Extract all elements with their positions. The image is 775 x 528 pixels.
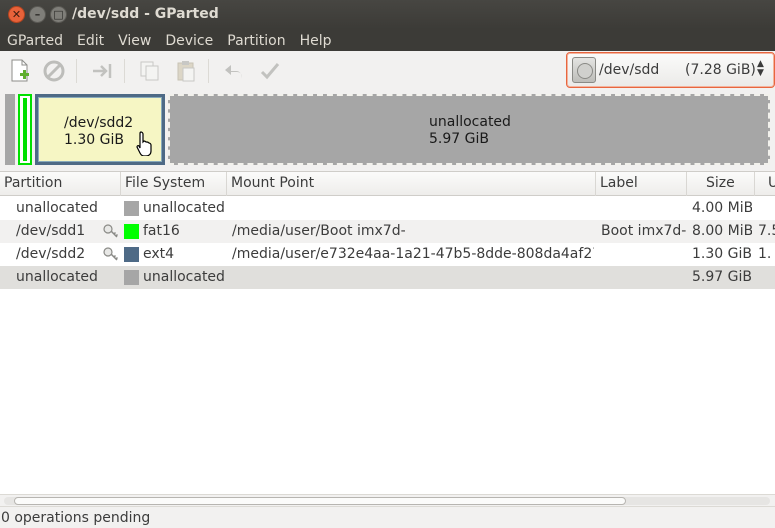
harddisk-icon [572, 57, 596, 83]
copy-icon [140, 61, 159, 81]
column-size[interactable]: Size [687, 172, 755, 196]
title-bar: ✕ – □ /dev/sdd - GParted [0, 0, 775, 29]
cell-mount-point [232, 197, 594, 220]
column-mount-point[interactable]: Mount Point [227, 172, 596, 196]
mounted-key-icon [103, 247, 119, 261]
apply-button[interactable] [257, 58, 283, 84]
maximize-window-button[interactable]: □ [50, 6, 67, 23]
menu-device[interactable]: Device [158, 29, 220, 51]
device-name: /dev/sdd [599, 62, 660, 78]
cell-size: 1.30 GiB [692, 246, 752, 262]
cell-size: 5.97 GiB [692, 269, 752, 285]
toolbar-separator [76, 59, 77, 83]
column-label[interactable]: Label [596, 172, 687, 196]
resize-move-icon [93, 64, 112, 78]
cell-size: 4.00 MiB [692, 200, 752, 216]
cell-used [758, 266, 775, 289]
menu-view[interactable]: View [111, 29, 158, 51]
cell-size: 8.00 MiB [692, 223, 752, 239]
cell-mount-point: /media/user/Boot imx7d- [232, 223, 406, 239]
graphic-unallocated-start[interactable] [5, 94, 15, 165]
partition-graphic: /dev/sdd2 1.30 GiB unallocated 5.97 GiB [0, 91, 775, 167]
toolbar-separator [208, 59, 209, 83]
spin-arrows-icon: ▲ ▼ [757, 59, 764, 78]
apply-icon [260, 63, 280, 80]
graphic-sdd2-name: /dev/sdd2 [64, 115, 134, 131]
undo-button[interactable] [221, 58, 247, 84]
device-selector[interactable]: /dev/sdd (7.28 GiB) ▲ ▼ [566, 52, 775, 88]
cell-used: 1. [758, 246, 772, 262]
new-icon [11, 59, 29, 82]
column-used[interactable]: U [755, 172, 775, 196]
mounted-key-icon [103, 224, 119, 238]
cell-mount-point [232, 266, 594, 289]
close-window-button[interactable]: ✕ [8, 6, 25, 23]
cell-label [601, 266, 686, 289]
cell-partition: /dev/sdd1 [16, 223, 86, 239]
fs-color-swatch [124, 224, 139, 239]
cell-file-system: unallocated [143, 200, 225, 216]
cell-label [601, 197, 686, 220]
undo-icon [225, 65, 242, 79]
paste-button[interactable] [173, 58, 199, 84]
fs-color-swatch [124, 247, 139, 262]
cell-partition: /dev/sdd2 [16, 246, 86, 262]
cell-label: Boot imx7d- [601, 223, 686, 239]
column-partition[interactable]: Partition [0, 172, 121, 196]
resize-move-button[interactable] [89, 58, 115, 84]
cell-used: 7.5 [758, 223, 775, 239]
cell-used [758, 197, 775, 220]
graphic-unallocated-end[interactable]: unallocated 5.97 GiB [168, 94, 770, 165]
device-size: (7.28 GiB) [685, 62, 756, 78]
menu-bar: GParted Edit View Device Partition Help [0, 29, 775, 51]
scrollbar-thumb[interactable] [14, 497, 626, 505]
partition-table: Partition File System Mount Point Label … [0, 171, 775, 494]
copy-button[interactable] [137, 58, 163, 84]
table-row[interactable]: /dev/sdd2 ext4 /media/user/e732e4aa-1a21… [0, 243, 775, 266]
horizontal-scrollbar[interactable] [0, 494, 775, 506]
fs-color-swatch [124, 201, 139, 216]
cell-partition: unallocated [16, 269, 98, 285]
delete-icon [43, 60, 65, 82]
cell-file-system: fat16 [143, 223, 180, 239]
new-partition-button[interactable] [7, 58, 33, 84]
menu-gparted[interactable]: GParted [0, 29, 70, 51]
hand-cursor-icon [136, 131, 152, 156]
menu-help[interactable]: Help [293, 29, 339, 51]
window-title: /dev/sdd - GParted [72, 6, 219, 22]
delete-partition-button[interactable] [41, 58, 67, 84]
table-header: Partition File System Mount Point Label … [0, 172, 775, 196]
cell-file-system: unallocated [143, 269, 225, 285]
cell-partition: unallocated [16, 200, 98, 216]
table-row[interactable]: unallocated unallocated 4.00 MiB [0, 197, 775, 220]
table-row-selected[interactable]: unallocated unallocated 5.97 GiB [0, 266, 775, 289]
column-file-system[interactable]: File System [121, 172, 227, 196]
status-bar: 0 operations pending [0, 506, 775, 528]
minimize-window-button[interactable]: – [29, 6, 46, 23]
operations-pending-text: 0 operations pending [1, 510, 151, 526]
graphic-unalloc-size: 5.97 GiB [429, 131, 489, 147]
cell-mount-point: /media/user/e732e4aa-1a21-47b5-8dde-808d… [232, 246, 594, 262]
graphic-unalloc-name: unallocated [429, 114, 511, 130]
graphic-partition-sdd1[interactable] [18, 94, 32, 165]
menu-partition[interactable]: Partition [220, 29, 292, 51]
toolbar-separator [124, 59, 125, 83]
menu-edit[interactable]: Edit [70, 29, 111, 51]
paste-icon [177, 61, 195, 82]
fs-color-swatch [124, 270, 139, 285]
cell-label [601, 243, 686, 266]
graphic-sdd2-size: 1.30 GiB [64, 132, 124, 148]
cell-file-system: ext4 [143, 246, 175, 262]
table-row[interactable]: /dev/sdd1 fat16 /media/user/Boot imx7d- … [0, 220, 775, 243]
